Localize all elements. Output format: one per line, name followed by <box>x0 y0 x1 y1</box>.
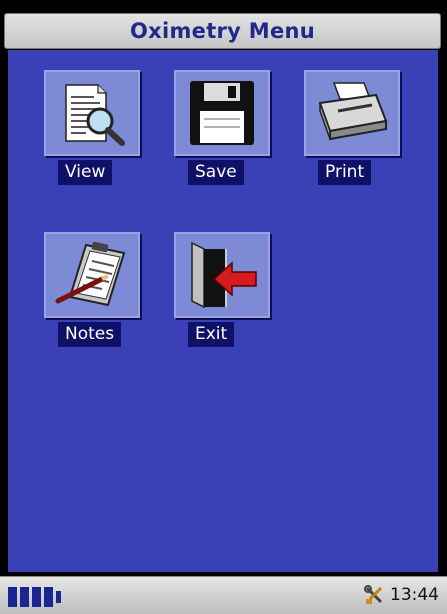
tools-icon <box>364 585 383 604</box>
battery-cell <box>44 587 53 607</box>
battery-cell <box>8 587 17 607</box>
menu-panel: View Save Print Notes Exit <box>8 50 438 572</box>
exit-button[interactable] <box>174 232 270 318</box>
window-title: Oximetry Menu <box>129 19 316 43</box>
battery-tip <box>56 591 61 603</box>
clock-area[interactable]: 13:44 <box>364 585 439 605</box>
battery-icon[interactable] <box>8 587 61 607</box>
save-button[interactable] <box>174 70 270 156</box>
title-bar: Oximetry Menu <box>4 13 441 49</box>
notes-label: Notes <box>58 322 122 347</box>
battery-cell <box>20 587 29 607</box>
save-label: Save <box>188 160 244 185</box>
printer-icon <box>318 82 388 141</box>
battery-cell <box>32 587 41 607</box>
exit-label: Exit <box>188 322 235 347</box>
exit-door-arrow-icon <box>191 241 257 309</box>
clipboard-pen-icon <box>55 241 126 307</box>
notes-button[interactable] <box>44 232 140 318</box>
print-label: Print <box>318 160 372 185</box>
status-bar: 13:44 <box>0 576 447 614</box>
device-frame: Oximetry Menu View Save Print Notes Exit… <box>0 0 447 614</box>
print-button[interactable] <box>304 70 400 156</box>
floppy-disk-icon <box>190 81 254 145</box>
view-label: View <box>58 160 113 185</box>
view-button[interactable] <box>44 70 140 156</box>
clock-time: 13:44 <box>390 585 439 605</box>
document-magnifier-icon <box>65 84 125 146</box>
